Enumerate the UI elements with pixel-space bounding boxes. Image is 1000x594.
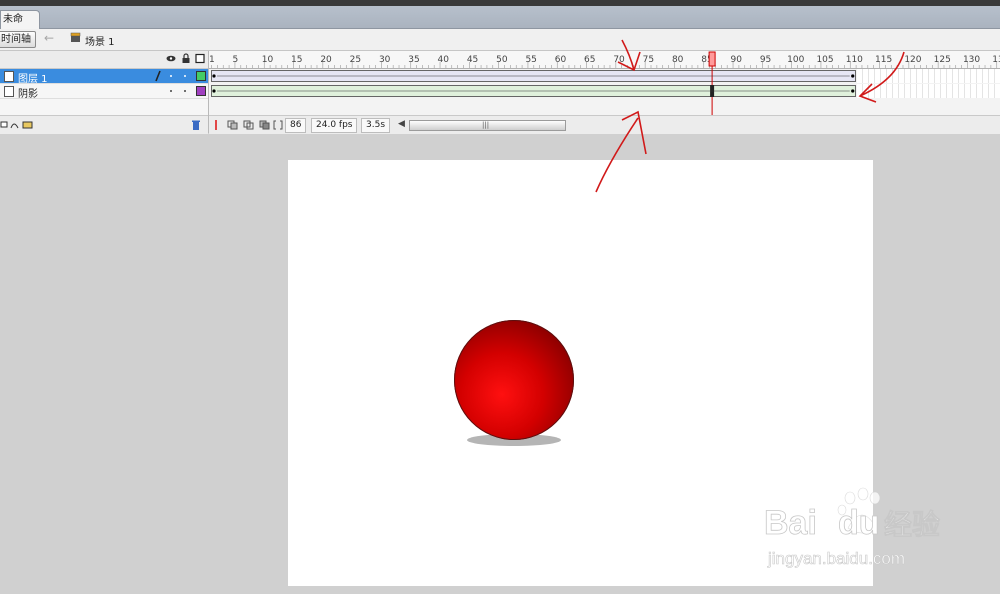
scroll-grip-icon: ||| bbox=[482, 121, 490, 129]
ruler-label: 85 bbox=[701, 55, 713, 65]
layer-row[interactable]: 阴影 bbox=[0, 84, 208, 100]
empty-frames[interactable] bbox=[856, 84, 1000, 98]
arrow-left-icon[interactable]: ← bbox=[44, 31, 54, 45]
timeline-button[interactable]: 时间轴 bbox=[0, 31, 36, 48]
current-frame-field[interactable]: 86 bbox=[285, 118, 307, 133]
elapsed-time-field: 3.5s bbox=[361, 118, 391, 133]
ruler-label: 65 bbox=[584, 55, 596, 65]
ruler-label: 100 bbox=[787, 55, 805, 65]
layer-color-swatch[interactable] bbox=[196, 86, 206, 96]
add-layer-icons[interactable] bbox=[0, 119, 34, 131]
frame-rate-field[interactable]: 24.0 fps bbox=[311, 118, 358, 133]
ruler-label: 125 bbox=[933, 55, 951, 65]
ruler-label: 120 bbox=[904, 55, 922, 65]
layer-name: 图层 1 bbox=[18, 74, 48, 85]
layer-icon bbox=[4, 86, 14, 97]
ruler-label: 135 bbox=[992, 55, 1000, 65]
timeline-frames: 1 5 10 15 20 25 30 35 40 45 50 55 60 65 70 75 80 85 90 95 10… bbox=[209, 51, 1000, 134]
ruler-label: 25 bbox=[349, 55, 362, 65]
ruler-label: 115 bbox=[875, 55, 893, 65]
tween-span[interactable] bbox=[211, 70, 856, 82]
ruler-label: 40 bbox=[437, 55, 449, 65]
layer-name: 阴影 bbox=[18, 89, 38, 100]
ruler-label: 45 bbox=[466, 55, 479, 65]
visibility-dot[interactable] bbox=[170, 90, 172, 92]
lock-icon[interactable] bbox=[181, 53, 191, 64]
scene-label[interactable]: 场景 1 bbox=[85, 33, 115, 48]
document-tab-bar: 未命名-1* bbox=[0, 6, 1000, 43]
trash-icon[interactable] bbox=[191, 119, 201, 131]
document-tab[interactable]: 未命名-1* bbox=[0, 10, 40, 43]
ruler-label: 1 bbox=[209, 55, 215, 65]
ruler-label: 70 bbox=[613, 55, 625, 65]
ruler-label: 95 bbox=[759, 55, 772, 65]
timeline-scrollbar[interactable]: ||| bbox=[409, 120, 566, 131]
outline-icon[interactable] bbox=[195, 53, 205, 64]
edit-bar: 时间轴 ← 场景 1 bbox=[0, 29, 1000, 51]
layer-color-swatch[interactable] bbox=[196, 71, 206, 81]
ruler-label: 5 bbox=[232, 55, 239, 65]
watermark-url: jingyan.baidu.com bbox=[767, 549, 905, 568]
empty-frames[interactable] bbox=[856, 69, 1000, 83]
layer-frames-track[interactable] bbox=[209, 69, 1000, 83]
ruler-label: 10 bbox=[261, 55, 274, 65]
layer-icon bbox=[4, 71, 14, 82]
ruler-label: 110 bbox=[845, 55, 863, 65]
ruler-label: 75 bbox=[642, 55, 655, 65]
ruler-label: 55 bbox=[525, 55, 537, 65]
watermark-brand: Bai bbox=[764, 504, 817, 542]
clapperboard-icon bbox=[70, 32, 81, 42]
ruler-label: 20 bbox=[320, 55, 332, 65]
ruler-label: 30 bbox=[378, 55, 391, 65]
layers-header bbox=[0, 51, 208, 69]
frame-ruler[interactable]: 1 5 10 15 20 25 30 35 40 45 50 55 60 65 70 75 80 85 90 95 10… bbox=[209, 51, 1000, 69]
ruler-label: 15 bbox=[291, 55, 303, 65]
ruler-label: 105 bbox=[816, 55, 834, 65]
ruler-label: 60 bbox=[554, 55, 567, 65]
lock-dot[interactable] bbox=[184, 75, 186, 77]
layer-row[interactable]: 图层 1 bbox=[0, 69, 208, 85]
pencil-icon bbox=[155, 70, 161, 82]
ruler-label: 50 bbox=[496, 55, 508, 65]
eye-icon[interactable] bbox=[166, 53, 176, 64]
layer-frames-track[interactable] bbox=[209, 84, 1000, 98]
tween-span[interactable] bbox=[211, 85, 856, 97]
timeline-status-bar: 86 24.0 fps 3.5s ◀ ||| bbox=[209, 115, 1000, 134]
visibility-dot[interactable] bbox=[170, 75, 172, 77]
lock-dot[interactable] bbox=[184, 90, 186, 92]
scroll-left-icon[interactable]: ◀ bbox=[398, 119, 405, 129]
layers-footer bbox=[0, 115, 208, 134]
onion-skin-icons[interactable] bbox=[213, 119, 283, 131]
baidu-watermark: Bai du 经验 jingyan.baidu.com bbox=[764, 487, 940, 568]
red-ball[interactable] bbox=[454, 320, 574, 440]
layers-panel: 图层 1 阴影 bbox=[0, 51, 209, 134]
watermark-brand-suffix: du bbox=[838, 504, 880, 542]
ruler-label: 90 bbox=[730, 55, 742, 65]
ruler-label: 35 bbox=[408, 55, 420, 65]
ruler-label: 80 bbox=[671, 55, 684, 65]
watermark-brand-cn: 经验 bbox=[884, 508, 940, 541]
ruler-label: 130 bbox=[962, 55, 981, 65]
